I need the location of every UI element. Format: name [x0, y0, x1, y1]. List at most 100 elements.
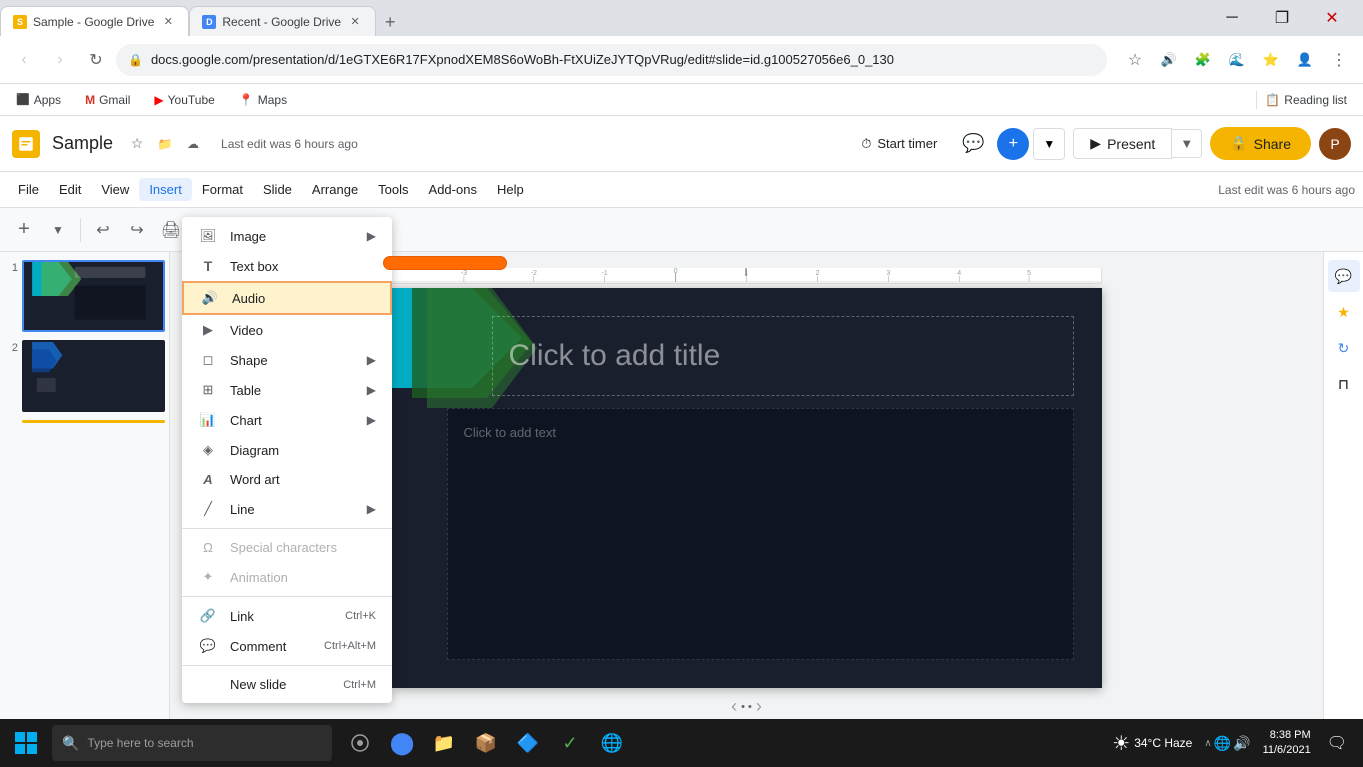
new-tab-button[interactable]: + [376, 8, 404, 36]
toolbar-redo-button[interactable]: ↪ [121, 214, 153, 246]
menu-item-word-art[interactable]: A Word art [182, 465, 392, 494]
menu-view[interactable]: View [91, 178, 139, 201]
menu-help[interactable]: Help [487, 178, 534, 201]
comment-button[interactable]: 💬 [957, 128, 989, 160]
taskbar-search[interactable]: 🔍 Type here to search [52, 725, 332, 761]
start-button[interactable] [4, 721, 48, 765]
close-button[interactable]: ✕ [1309, 0, 1355, 36]
menu-slide[interactable]: Slide [253, 178, 302, 201]
edge-icon-button[interactable]: 🌊 [1221, 44, 1253, 76]
reload-button[interactable]: ↻ [80, 44, 112, 76]
apps-icon: ⬛ [16, 93, 30, 106]
sys-tray-expand-button[interactable]: ∧ [1204, 738, 1211, 749]
taskbar-app6[interactable]: ✓ [550, 721, 590, 765]
start-timer-button[interactable]: ⏱ Start timer [849, 130, 949, 158]
slide-thumbnail-2[interactable] [22, 340, 165, 412]
toolbar-undo-button[interactable]: ↩ [87, 214, 119, 246]
network-icon[interactable]: 🌐 [1214, 735, 1231, 752]
menu-item-new-slide[interactable]: New slide Ctrl+M [182, 670, 392, 699]
menu-item-comment[interactable]: 💬 Comment Ctrl+Alt+M [182, 631, 392, 661]
topbar-right: ⏱ Start timer 💬 + ▼ ▶ Present ▼ 🔒 [849, 127, 1351, 160]
taskbar-file-explorer[interactable]: 📁 [424, 721, 464, 765]
bookmark-apps[interactable]: ⬛ Apps [8, 91, 69, 109]
right-sidebar-star-button[interactable]: ★ [1328, 296, 1360, 328]
cloud-save-button[interactable]: ☁ [181, 132, 205, 156]
menu-edit[interactable]: Edit [49, 178, 91, 201]
read-aloud-button[interactable]: 🔊 [1153, 44, 1185, 76]
right-sidebar-collapse-button[interactable]: ⊓ [1328, 368, 1360, 400]
present-dropdown-button[interactable]: ▼ [1172, 129, 1202, 158]
taskbar: 🔍 Type here to search ⬤ 📁 📦 🔷 ✓ 🌐 ☀ 34°C… [0, 719, 1363, 767]
svg-text:2: 2 [815, 270, 819, 277]
user-avatar[interactable]: P [1319, 128, 1351, 160]
extensions-button[interactable]: 🧩 [1187, 44, 1219, 76]
menu-item-chart[interactable]: 📊 Chart ▶ [182, 405, 392, 435]
taskbar-app7[interactable]: 🌐 [592, 721, 632, 765]
collections-button[interactable]: ⭐ [1255, 44, 1287, 76]
tab-close-sample[interactable]: ✕ [160, 14, 176, 30]
tab-recent[interactable]: D Recent - Google Drive ✕ [189, 6, 376, 36]
taskbar-clock[interactable]: 8:38 PM 11/6/2021 [1255, 728, 1319, 759]
forward-button[interactable]: › [44, 44, 76, 76]
speaker-icon[interactable]: 🔊 [1233, 735, 1250, 752]
menu-item-line[interactable]: ╱ Line ▶ [182, 494, 392, 524]
menu-item-shape[interactable]: ◻ Shape ▶ [182, 345, 392, 375]
address-bar[interactable]: 🔒 docs.google.com/presentation/d/1eGTXE6… [116, 44, 1107, 76]
toolbar-add-dropdown[interactable]: ▼ [42, 214, 74, 246]
textbox-menu-icon: T [198, 258, 218, 274]
minimize-button[interactable]: ─ [1209, 0, 1255, 36]
menu-addons[interactable]: Add-ons [419, 178, 487, 201]
taskbar-app5[interactable]: 🔷 [508, 721, 548, 765]
bookmark-maps[interactable]: 📍 Maps [231, 91, 295, 109]
favorites-button[interactable]: 👤 [1289, 44, 1321, 76]
slides-title: Sample [52, 133, 113, 154]
menu-format[interactable]: Format [192, 178, 253, 201]
add-slide-button[interactable]: + [997, 128, 1029, 160]
taskbar-task-view[interactable] [340, 721, 380, 765]
svg-text:-2: -2 [530, 270, 536, 277]
slideshow-dropdown-button[interactable]: ▼ [1033, 128, 1065, 160]
menu-item-diagram[interactable]: ◈ Diagram [182, 435, 392, 465]
menu-item-image[interactable]: 🖼 Image ▶ [182, 221, 392, 251]
menu-item-table[interactable]: ⊞ Table ▶ [182, 375, 392, 405]
star-title-button[interactable]: ☆ [125, 132, 149, 156]
share-button[interactable]: 🔒 Share [1210, 127, 1311, 160]
menu-insert[interactable]: Insert [139, 178, 192, 201]
slide-prev-arrow[interactable]: ‹ [731, 696, 737, 717]
slide-content-box[interactable]: Click to add text [447, 408, 1074, 660]
restore-button[interactable]: ❐ [1259, 0, 1305, 36]
taskbar-chrome[interactable]: ⬤ [382, 721, 422, 765]
bookmark-youtube[interactable]: ▶ YouTube [146, 91, 222, 109]
present-button[interactable]: ▶ Present [1073, 128, 1172, 159]
toolbar-add-button[interactable]: + [8, 214, 40, 246]
menu-item-video[interactable]: ▶ Video [182, 315, 392, 345]
settings-button[interactable]: ⋮ [1323, 44, 1355, 76]
slide-thumbnail-1[interactable] [22, 260, 165, 332]
slide-2-thumbnail-graphic [24, 342, 163, 410]
diagram-menu-label: Diagram [230, 443, 376, 458]
menu-file[interactable]: File [8, 178, 49, 201]
slide-title-box[interactable]: Click to add title [492, 316, 1074, 396]
reading-list-button[interactable]: 📋 Reading list [1256, 91, 1355, 109]
menu-arrange[interactable]: Arrange [302, 178, 368, 201]
weather-widget[interactable]: ☀ 34°C Haze [1104, 731, 1200, 756]
menu-item-link[interactable]: 🔗 Link Ctrl+K [182, 601, 392, 631]
back-button[interactable]: ‹ [8, 44, 40, 76]
slide-next-arrow[interactable]: › [756, 696, 762, 717]
chart-menu-icon: 📊 [198, 412, 218, 428]
tab-sample[interactable]: S Sample - Google Drive ✕ [0, 6, 189, 36]
taskbar-app4[interactable]: 📦 [466, 721, 506, 765]
bookmark-gmail[interactable]: M Gmail [77, 91, 138, 109]
video-menu-label: Video [230, 323, 376, 338]
menu-item-textbox[interactable]: T Text box [182, 251, 392, 281]
apps-label: Apps [34, 93, 61, 107]
taskbar-sys-tray: ∧ 🌐 🔊 [1204, 735, 1250, 752]
right-sidebar-chat-button[interactable]: 💬 [1328, 260, 1360, 292]
menu-item-audio[interactable]: 🔊 Audio [182, 281, 392, 315]
right-sidebar-sync-button[interactable]: ↻ [1328, 332, 1360, 364]
tab-close-recent[interactable]: ✕ [347, 14, 363, 30]
notification-button[interactable]: 🗨 [1323, 733, 1351, 753]
bookmark-star-button[interactable]: ☆ [1119, 44, 1151, 76]
move-to-button[interactable]: 📁 [153, 132, 177, 156]
menu-tools[interactable]: Tools [368, 178, 418, 201]
